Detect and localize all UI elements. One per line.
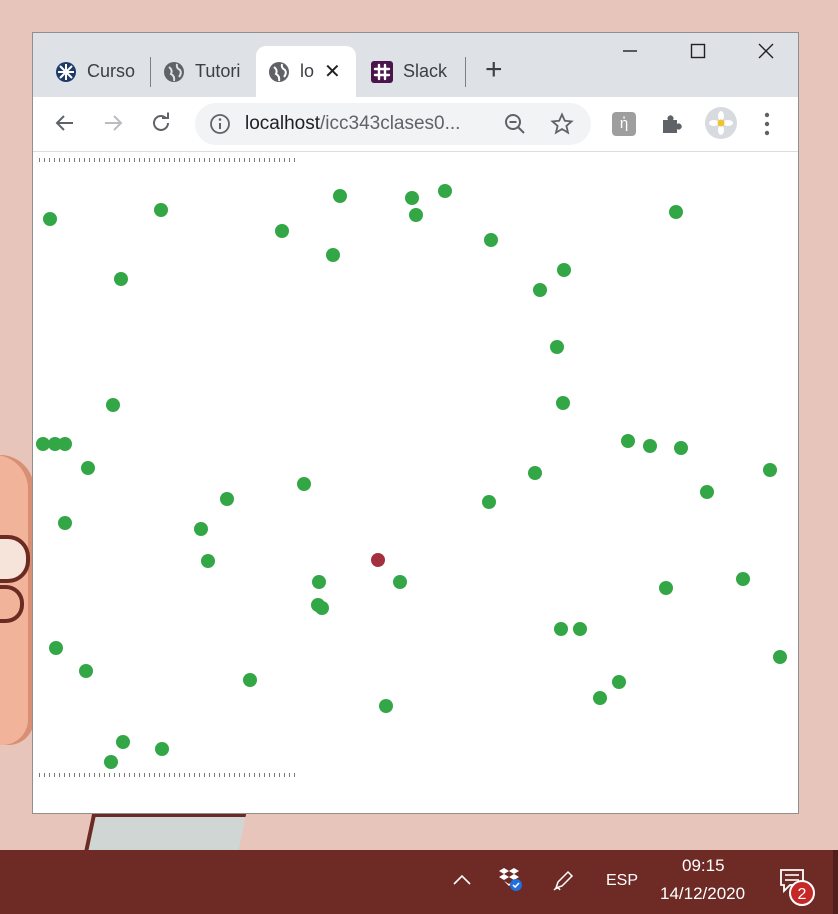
kebab-menu-icon[interactable] bbox=[761, 109, 773, 139]
tab-slack[interactable]: Slack bbox=[371, 46, 461, 97]
extension-icon[interactable]: ἡ bbox=[612, 112, 636, 136]
green-ball bbox=[333, 189, 347, 203]
green-ball bbox=[659, 581, 673, 595]
wallpaper-figure bbox=[83, 814, 247, 853]
tab-label: Tutori bbox=[195, 61, 241, 81]
green-ball bbox=[36, 437, 50, 451]
minimize-icon[interactable] bbox=[615, 43, 645, 67]
green-ball bbox=[674, 441, 688, 455]
green-ball bbox=[612, 675, 626, 689]
green-ball bbox=[533, 283, 547, 297]
green-ball bbox=[573, 622, 587, 636]
forward-arrow-icon[interactable] bbox=[99, 109, 127, 137]
green-ball bbox=[482, 495, 496, 509]
green-ball bbox=[438, 184, 452, 198]
page-viewport bbox=[33, 152, 798, 813]
green-ball bbox=[643, 439, 657, 453]
tab-label: Slack bbox=[403, 61, 448, 81]
extensions-puzzle-icon[interactable] bbox=[659, 111, 685, 137]
green-ball bbox=[297, 477, 311, 491]
green-ball bbox=[554, 622, 568, 636]
green-ball bbox=[669, 205, 683, 219]
green-ball bbox=[528, 466, 542, 480]
windows-taskbar: ESP 09:15 14/12/2020 bbox=[0, 850, 838, 914]
green-ball bbox=[116, 735, 130, 749]
green-ball bbox=[773, 650, 787, 664]
tab-label: lo bbox=[300, 61, 315, 81]
url-text: localhost/icc343clases0... bbox=[245, 113, 460, 135]
green-ball bbox=[556, 396, 570, 410]
green-ball bbox=[621, 434, 635, 448]
green-ball bbox=[700, 485, 714, 499]
green-ball bbox=[201, 554, 215, 568]
green-ball bbox=[58, 516, 72, 530]
green-ball bbox=[736, 572, 750, 586]
green-ball bbox=[379, 699, 393, 713]
chevron-up-icon[interactable] bbox=[452, 870, 472, 890]
globe-icon bbox=[268, 61, 290, 83]
slack-icon bbox=[371, 60, 393, 83]
green-ball bbox=[220, 492, 234, 506]
green-ball bbox=[106, 398, 120, 412]
tab-label: Curso bbox=[87, 61, 136, 81]
back-arrow-icon[interactable] bbox=[51, 109, 79, 137]
green-ball bbox=[550, 340, 564, 354]
url-host: localhost bbox=[245, 113, 320, 134]
browser-toolbar: localhost/icc343clases0... ἡ bbox=[33, 97, 798, 152]
flower-icon bbox=[709, 111, 733, 135]
green-ball bbox=[312, 575, 326, 589]
browser-window: Curso Tutori lo ✕ Slack + localhost/icc3… bbox=[32, 32, 799, 814]
tab-separator bbox=[465, 57, 466, 87]
tab-localhost[interactable]: lo ✕ bbox=[256, 46, 356, 97]
close-tab-icon[interactable]: ✕ bbox=[324, 59, 341, 84]
green-ball bbox=[315, 601, 329, 615]
red-ball bbox=[371, 553, 385, 567]
green-ball bbox=[49, 641, 63, 655]
green-ball bbox=[484, 233, 498, 247]
zoom-out-icon[interactable] bbox=[503, 112, 527, 136]
green-ball bbox=[409, 208, 423, 222]
address-bar[interactable]: localhost/icc343clases0... bbox=[195, 103, 591, 145]
green-ball bbox=[326, 248, 340, 262]
close-window-icon[interactable] bbox=[751, 43, 781, 67]
green-ball bbox=[557, 263, 571, 277]
clock-date[interactable]: 14/12/2020 bbox=[660, 884, 745, 904]
tab-curso[interactable]: Curso bbox=[55, 46, 155, 97]
globe-icon bbox=[163, 61, 185, 83]
maximize-icon[interactable] bbox=[683, 43, 713, 67]
show-desktop-edge[interactable] bbox=[833, 850, 838, 914]
green-ball bbox=[81, 461, 95, 475]
green-ball bbox=[593, 691, 607, 705]
tab-strip: Curso Tutori lo ✕ Slack + bbox=[33, 33, 798, 97]
notification-count-badge: 2 bbox=[789, 880, 815, 906]
green-ball bbox=[275, 224, 289, 238]
green-ball bbox=[58, 437, 72, 451]
bookmark-star-icon[interactable] bbox=[550, 112, 574, 136]
profile-avatar[interactable] bbox=[705, 107, 737, 139]
info-icon[interactable] bbox=[209, 113, 231, 135]
green-ball bbox=[763, 463, 777, 477]
moodle-icon bbox=[55, 61, 77, 83]
green-ball bbox=[243, 673, 257, 687]
clock-time[interactable]: 09:15 bbox=[682, 856, 725, 876]
green-ball bbox=[393, 575, 407, 589]
green-ball bbox=[155, 742, 169, 756]
green-ball bbox=[79, 664, 93, 678]
green-ball bbox=[154, 203, 168, 217]
tab-tutorial[interactable]: Tutori bbox=[163, 46, 247, 97]
green-ball bbox=[405, 191, 419, 205]
url-path: /icc343clases0... bbox=[320, 113, 461, 134]
green-ball bbox=[114, 272, 128, 286]
dropbox-icon[interactable] bbox=[498, 866, 524, 892]
new-tab-button[interactable]: + bbox=[485, 55, 503, 85]
tab-separator bbox=[150, 57, 151, 87]
input-language[interactable]: ESP bbox=[606, 872, 638, 890]
pen-icon[interactable] bbox=[552, 868, 576, 892]
green-ball bbox=[194, 522, 208, 536]
reload-icon[interactable] bbox=[147, 109, 175, 137]
green-ball bbox=[43, 212, 57, 226]
simulation-canvas bbox=[36, 184, 787, 769]
green-ball bbox=[104, 755, 118, 769]
